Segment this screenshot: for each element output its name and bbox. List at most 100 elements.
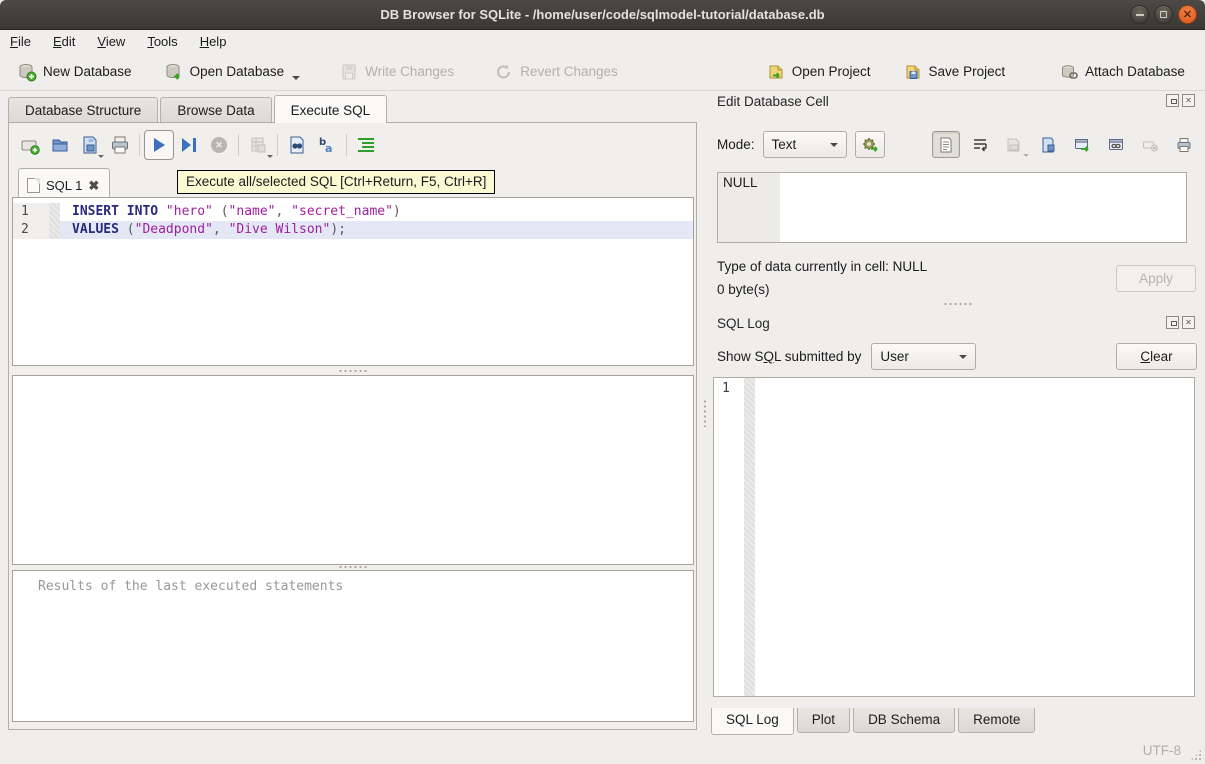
- cell-toolbar: [932, 131, 1198, 158]
- tab-browse-data[interactable]: Browse Data: [160, 97, 271, 123]
- save-sql-menu-caret[interactable]: [98, 155, 104, 158]
- minimize-button[interactable]: [1130, 5, 1149, 24]
- sql-tab-close-icon[interactable]: ✖: [88, 178, 99, 194]
- import-cell-button[interactable]: [1000, 131, 1028, 158]
- menu-view[interactable]: View: [97, 32, 138, 51]
- save-results-icon: [247, 134, 269, 156]
- left-panel: Database Structure Browse Data Execute S…: [0, 91, 710, 735]
- sql-file-tab[interactable]: SQL 1 ✖: [18, 168, 110, 197]
- code-text: VALUES ("Deadpond", "Dive Wilson");: [60, 221, 693, 239]
- edit-cell-title: Edit Database Cell: [717, 94, 829, 109]
- close-dock-icon-2[interactable]: ✕: [1182, 316, 1195, 329]
- sql-code-editor[interactable]: 1INSERT INTO "hero" ("name", "secret_nam…: [12, 197, 694, 366]
- tab-remote[interactable]: Remote: [958, 708, 1035, 733]
- cell-edit-content[interactable]: [780, 173, 1186, 242]
- tab-plot[interactable]: Plot: [797, 708, 850, 733]
- tab-db-schema[interactable]: DB Schema: [853, 708, 955, 733]
- menu-help[interactable]: Help: [200, 32, 240, 51]
- svg-text:a: a: [325, 142, 332, 155]
- save-sql-file-icon: [79, 134, 101, 156]
- title-bar[interactable]: DB Browser for SQLite - /home/user/code/…: [0, 0, 1205, 30]
- format-sql-button[interactable]: [351, 130, 381, 160]
- window-controls: ✕: [1130, 5, 1197, 24]
- gear-icon: [861, 136, 879, 154]
- print-cell-button[interactable]: [1170, 131, 1198, 158]
- code-text: INSERT INTO "hero" ("name", "secret_name…: [60, 203, 693, 221]
- new-sql-tab-icon: [19, 134, 41, 156]
- close-button[interactable]: ✕: [1178, 5, 1197, 24]
- editor-results-splitter[interactable]: [12, 368, 694, 374]
- attach-database-label: Attach Database: [1085, 64, 1185, 79]
- save-results-menu-caret[interactable]: [267, 155, 273, 158]
- sql-log-area[interactable]: 1: [713, 377, 1195, 697]
- set-null-button[interactable]: [1136, 131, 1164, 158]
- menu-file[interactable]: File: [10, 32, 44, 51]
- find-icon: [286, 134, 308, 156]
- results-message-pane[interactable]: Results of the last executed statements: [12, 570, 694, 722]
- new-sql-tab-button[interactable]: [15, 130, 45, 160]
- resize-grip[interactable]: [1190, 749, 1202, 761]
- text-mode-button[interactable]: [932, 131, 960, 158]
- word-wrap-button[interactable]: [966, 131, 994, 158]
- code-line[interactable]: 2VALUES ("Deadpond", "Dive Wilson");: [13, 221, 693, 239]
- editor-toolbar-separator-3: [277, 134, 278, 156]
- menu-edit[interactable]: Edit: [53, 32, 88, 51]
- panel-splitter[interactable]: [701, 91, 709, 735]
- new-database-button[interactable]: New Database: [8, 58, 141, 86]
- tab-database-structure[interactable]: Database Structure: [8, 97, 158, 123]
- code-line[interactable]: 1INSERT INTO "hero" ("name", "secret_nam…: [13, 203, 693, 221]
- open-project-button[interactable]: Open Project: [757, 58, 880, 86]
- float-dock-icon-2[interactable]: [1166, 316, 1179, 329]
- open-database-button[interactable]: Open Database: [155, 58, 310, 86]
- stop-icon: ✕: [211, 137, 227, 153]
- apply-button[interactable]: Apply: [1116, 265, 1196, 292]
- open-external-button[interactable]: [1068, 131, 1096, 158]
- copy-link-button[interactable]: [1102, 131, 1130, 158]
- encoding-indicator[interactable]: UTF-8: [1143, 743, 1181, 758]
- print-button[interactable]: [105, 130, 135, 160]
- sql-document-icon: [27, 178, 40, 193]
- set-null-icon: [1141, 136, 1159, 154]
- execute-all-button[interactable]: [144, 130, 174, 160]
- window-title: DB Browser for SQLite - /home/user/code/…: [380, 7, 824, 22]
- log-fold-margin: [744, 378, 755, 696]
- maximize-button[interactable]: [1154, 5, 1173, 24]
- open-project-icon: [766, 62, 786, 82]
- print-cell-icon: [1175, 136, 1193, 154]
- results-grid-pane[interactable]: [12, 375, 694, 565]
- export-cell-button[interactable]: [1034, 131, 1062, 158]
- new-database-label: New Database: [43, 64, 132, 79]
- open-sql-file-button[interactable]: [45, 130, 75, 160]
- stop-button[interactable]: ✕: [204, 130, 234, 160]
- execute-line-button[interactable]: [174, 130, 204, 160]
- cell-edit-area[interactable]: NULL: [717, 172, 1187, 243]
- sql-file-tab-label: SQL 1: [46, 178, 82, 193]
- tab-execute-sql[interactable]: Execute SQL: [274, 95, 388, 123]
- mode-select-caret: [830, 143, 838, 147]
- mode-select[interactable]: Text: [763, 131, 847, 158]
- submitted-by-select[interactable]: User: [871, 343, 976, 370]
- submitted-by-caret: [959, 355, 967, 359]
- cell-value: NULL: [723, 175, 758, 190]
- dock-splitter[interactable]: [710, 300, 1205, 307]
- editor-toolbar-separator-4: [346, 134, 347, 156]
- open-database-icon: [164, 62, 184, 82]
- menu-bar: File Edit View Tools Help: [0, 30, 1205, 53]
- find-button[interactable]: [282, 130, 312, 160]
- tab-sql-log[interactable]: SQL Log: [711, 708, 794, 735]
- attach-database-button[interactable]: Attach Database: [1050, 58, 1194, 86]
- save-project-button[interactable]: Save Project: [894, 58, 1015, 86]
- autocomplete-button[interactable]: b a: [312, 130, 342, 160]
- save-results-button[interactable]: [243, 130, 273, 160]
- float-dock-icon[interactable]: [1166, 94, 1179, 107]
- revert-changes-button[interactable]: Revert Changes: [485, 58, 627, 86]
- auto-mode-button[interactable]: [855, 131, 885, 158]
- main-tab-bar: Database Structure Browse Data Execute S…: [8, 95, 389, 123]
- open-database-menu-caret[interactable]: [292, 76, 300, 80]
- menu-tools[interactable]: Tools: [147, 32, 190, 51]
- main-toolbar: New Database Open Database Write Changes…: [0, 53, 1205, 91]
- close-dock-icon[interactable]: ✕: [1182, 94, 1195, 107]
- clear-log-button[interactable]: Clear: [1116, 343, 1197, 370]
- write-changes-button[interactable]: Write Changes: [330, 58, 463, 86]
- save-sql-file-button[interactable]: [75, 130, 105, 160]
